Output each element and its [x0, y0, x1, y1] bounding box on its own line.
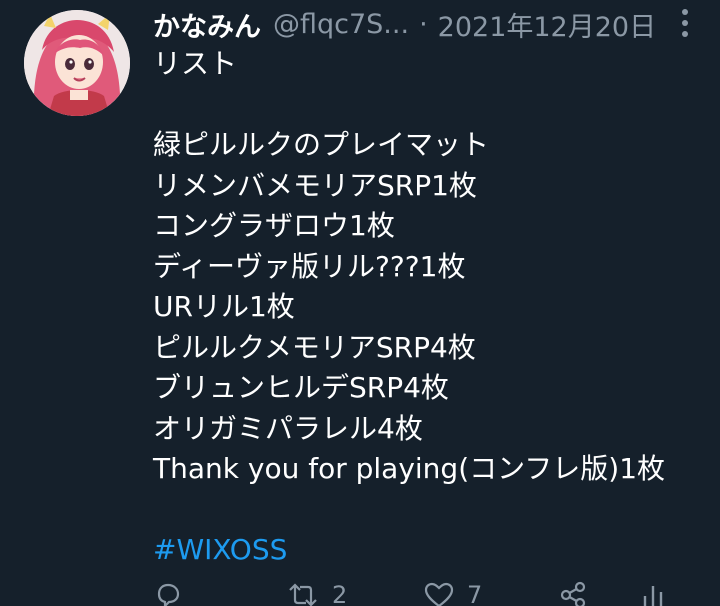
tweet-text: リスト 緑ピルルクのプレイマット リメンバメモリアSRP1枚 コングラザロウ1枚…	[153, 44, 713, 571]
text-line: ディーヴァ版リル???1枚	[153, 249, 466, 283]
retweet-button[interactable]: 2	[286, 580, 347, 606]
like-button[interactable]: 7	[423, 580, 482, 606]
analytics-button[interactable]	[641, 580, 665, 606]
tweet-date[interactable]: 2021年12月20日	[438, 5, 656, 44]
retweet-icon	[286, 580, 320, 606]
avatar[interactable]	[24, 10, 130, 116]
text-line: Thank you for playing(コンフレ版)1枚	[153, 452, 666, 485]
reply-icon	[153, 580, 183, 606]
avatar-illustration	[24, 10, 130, 116]
text-line: リスト	[153, 47, 238, 80]
text-line: 緑ピルルクのプレイマット	[153, 128, 490, 161]
text-line: ブリュンヒルデSRP4枚	[153, 371, 449, 404]
text-line: コングラザロウ1枚	[153, 209, 395, 242]
share-icon	[558, 580, 588, 606]
like-count: 7	[467, 581, 483, 606]
display-name[interactable]: かなみん	[153, 5, 261, 44]
text-line: オリガミパラレル4枚	[153, 411, 423, 445]
reply-button[interactable]	[153, 580, 183, 606]
separator-dot: ·	[419, 8, 428, 40]
text-line: ピルルクメモリアSRP4枚	[153, 330, 476, 364]
text-line: リメンバメモリアSRP1枚	[153, 168, 477, 202]
heart-icon	[423, 580, 455, 606]
share-button[interactable]	[558, 580, 588, 606]
tweet-actions: 2 7	[153, 580, 693, 606]
tweet-header: かなみん @flqc7S... · 2021年12月20日	[153, 4, 656, 44]
retweet-count: 2	[332, 581, 348, 606]
text-line: URリル1枚	[153, 290, 295, 323]
tweet[interactable]: かなみん @flqc7S... · 2021年12月20日 リスト 緑ピルルクの…	[0, 0, 720, 606]
user-handle[interactable]: @flqc7S...	[273, 9, 409, 40]
more-options-icon[interactable]	[670, 6, 700, 40]
analytics-icon	[641, 580, 665, 606]
hashtag-link[interactable]: #WIXOSS	[153, 530, 713, 571]
